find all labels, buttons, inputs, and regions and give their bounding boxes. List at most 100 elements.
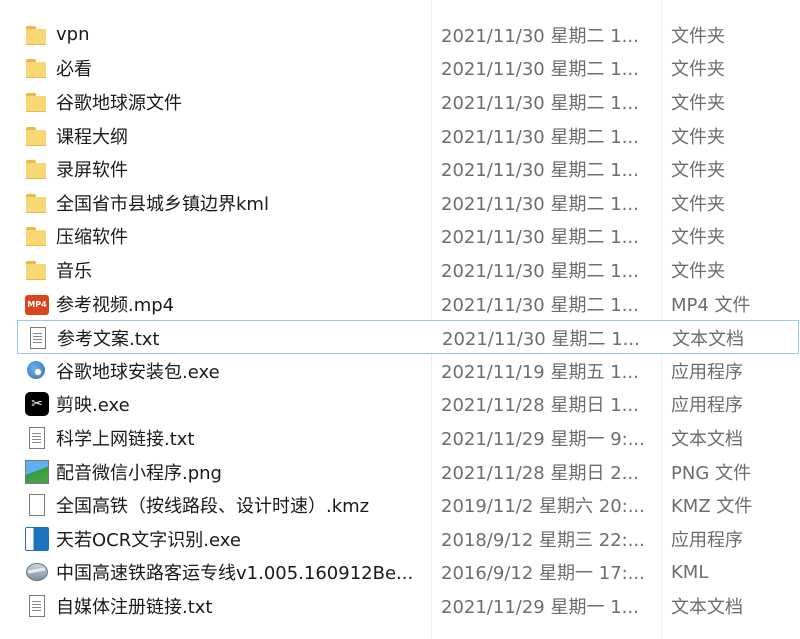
file-name-cell[interactable]: MP4 参考视频.mp4 [25,287,425,321]
file-row[interactable]: 谷歌地球安装包.exe 2021/11/19 星期五 1... 应用程序 [0,354,800,388]
file-name-cell[interactable]: 自媒体注册链接.txt [25,589,425,623]
file-date-modified: 2021/11/28 星期日 2... [441,462,639,484]
file-row[interactable]: ✂ 剪映.exe 2021/11/28 星期日 1... 应用程序 [0,388,800,422]
file-name: 参考视频.mp4 [56,294,175,316]
folder-icon [25,191,49,215]
file-row[interactable]: 课程大纲 2021/11/30 星期二 1... 文件夹 [0,119,800,153]
file-name-cell[interactable]: 音乐 [25,253,425,287]
file-date-modified: 2021/11/30 星期二 1... [441,59,639,81]
file-row[interactable]: 中国高速铁路客运专线v1.005.160912Be... 2016/9/12 星期… [0,556,800,590]
file-name: 全国省市县城乡镇边界kml [56,193,269,215]
folder-icon [25,258,49,282]
file-type: 应用程序 [671,529,743,551]
file-type: 文本文档 [671,428,743,450]
file-date-modified: 2018/9/12 星期三 22:... [441,529,645,551]
file-name: 剪映.exe [56,395,130,417]
file-type: 文件夹 [671,92,725,114]
file-row[interactable]: 录屏软件 2021/11/30 星期二 1... 文件夹 [0,152,800,186]
blank-file-icon [25,493,49,517]
file-name: 配音微信小程序.png [56,462,222,484]
file-type: KML [671,561,709,583]
file-name: 音乐 [56,260,92,282]
folder-icon [25,90,49,114]
file-date-modified: 2021/11/30 星期二 1... [441,227,639,249]
capcut-icon: ✂ [25,392,49,417]
file-name-cell[interactable]: ✂ 剪映.exe [25,388,425,422]
file-name: 谷歌地球源文件 [56,92,182,114]
file-row[interactable]: 谷歌地球源文件 2021/11/30 星期二 1... 文件夹 [0,85,800,119]
file-name-cell[interactable]: 配音微信小程序.png [25,455,425,489]
file-row[interactable]: 自媒体注册链接.txt 2021/11/29 星期一 1... 文本文档 [0,589,800,623]
file-type: MP4 文件 [671,294,751,316]
file-date-modified: 2021/11/30 星期二 1... [442,329,640,351]
file-name-cell[interactable]: 录屏软件 [25,152,425,186]
google-earth-icon [25,560,49,584]
file-name-cell[interactable]: 科学上网链接.txt [25,421,425,455]
file-name: 自媒体注册链接.txt [56,596,213,618]
file-row[interactable]: vpn 2021/11/30 星期二 1... 文件夹 [0,18,800,52]
file-name-cell[interactable]: 压缩软件 [25,220,425,254]
file-row[interactable]: 音乐 2021/11/30 星期二 1... 文件夹 [0,253,800,287]
file-date-modified: 2016/9/12 星期一 17:... [441,563,645,585]
file-row[interactable]: 全国高铁（按线路段、设计时速）.kmz 2019/11/2 星期六 20:... K… [0,488,800,522]
file-name: 科学上网链接.txt [56,428,195,450]
file-type: 文件夹 [671,59,725,81]
file-name-cell[interactable]: 参考文案.txt [26,321,426,355]
mp4-icon: MP4 [25,294,49,315]
file-date-modified: 2021/11/19 星期五 1... [441,361,639,383]
file-type: 文本文档 [671,596,743,618]
file-type: 文件夹 [671,25,725,47]
file-type: 应用程序 [671,361,743,383]
file-name: 录屏软件 [56,160,128,182]
file-name: 中国高速铁路客运专线v1.005.160912Be... [56,563,414,585]
file-name-cell[interactable]: 谷歌地球安装包.exe [25,354,425,388]
file-row[interactable]: MP4 参考视频.mp4 2021/11/30 星期二 1... MP4 文件 [0,287,800,321]
file-type: 文件夹 [671,260,725,282]
file-name: 必看 [56,59,92,81]
file-name-cell[interactable]: 中国高速铁路客运专线v1.005.160912Be... [25,556,425,590]
file-name-cell[interactable]: 全国省市县城乡镇边界kml [25,186,425,220]
file-row-selected[interactable]: 参考文案.txt 2021/11/30 星期二 1... 文本文档 [17,320,799,354]
file-type: 文件夹 [671,126,725,148]
file-name-cell[interactable]: 课程大纲 [25,119,425,153]
file-row[interactable]: 天若OCR文字识别.exe 2018/9/12 星期三 22:... 应用程序 [0,522,800,556]
file-type: 文本文档 [672,329,744,351]
file-name-cell[interactable]: vpn [25,18,425,52]
file-date-modified: 2021/11/30 星期二 1... [441,294,639,316]
folder-icon [25,224,49,248]
file-row[interactable]: 全国省市县城乡镇边界kml 2021/11/30 星期二 1... 文件夹 [0,186,800,220]
file-name-cell[interactable]: 谷歌地球源文件 [25,85,425,119]
file-type: 文件夹 [671,193,725,215]
file-name-cell[interactable]: 全国高铁（按线路段、设计时速）.kmz [25,488,425,522]
file-name: 天若OCR文字识别.exe [56,529,241,551]
file-date-modified: 2021/11/29 星期一 9:... [441,428,645,450]
file-date-modified: 2021/11/28 星期日 1... [441,395,639,417]
file-type: 文件夹 [671,227,725,249]
file-name: 全国高铁（按线路段、设计时速）.kmz [56,496,370,518]
file-row[interactable]: 配音微信小程序.png 2021/11/28 星期日 2... PNG 文件 [0,455,800,489]
file-date-modified: 2021/11/30 星期二 1... [441,193,639,215]
file-name-cell[interactable]: 必看 [25,52,425,86]
file-row[interactable]: 压缩软件 2021/11/30 星期二 1... 文件夹 [0,220,800,254]
file-type: KMZ 文件 [671,496,753,518]
file-list: vpn 2021/11/30 星期二 1... 文件夹 必看 2021/11/30 星期… [0,18,800,623]
text-document-icon [25,594,49,618]
file-name-cell[interactable]: 天若OCR文字识别.exe [25,522,425,556]
installer-icon [25,359,49,383]
image-icon [25,459,49,484]
file-date-modified: 2019/11/2 星期六 20:... [441,496,645,518]
file-row[interactable]: 必看 2021/11/30 星期二 1... 文件夹 [0,52,800,86]
folder-icon [25,23,49,47]
file-name: 压缩软件 [56,227,128,249]
file-row[interactable]: 科学上网链接.txt 2021/11/29 星期一 9:... 文本文档 [0,421,800,455]
ocr-app-icon [25,526,49,551]
file-date-modified: 2021/11/30 星期二 1... [441,160,639,182]
folder-icon [25,56,49,80]
folder-icon [25,124,49,148]
text-document-icon [25,426,49,450]
file-type: PNG 文件 [671,462,751,484]
file-date-modified: 2021/11/30 星期二 1... [441,25,639,47]
file-name: vpn [56,24,90,46]
folder-icon [25,157,49,181]
file-date-modified: 2021/11/30 星期二 1... [441,92,639,114]
